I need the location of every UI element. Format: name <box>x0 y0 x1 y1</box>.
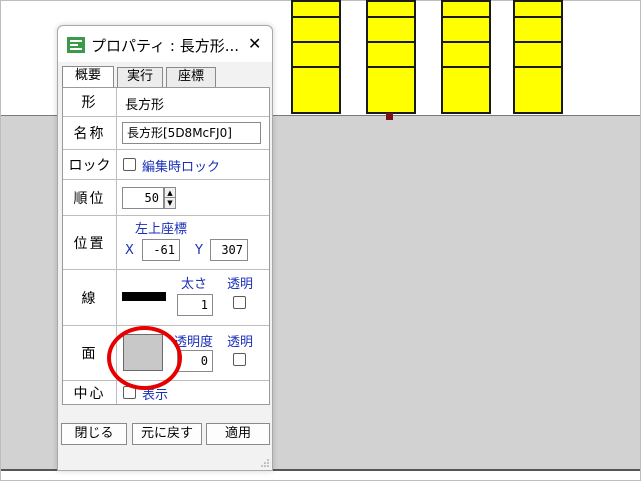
column-divider <box>368 41 414 43</box>
app-icon <box>67 37 85 53</box>
row-name: 名称 長方形[5D8McFJ0] <box>63 116 269 149</box>
spin-down-icon[interactable]: ▼ <box>165 198 175 208</box>
canvas-shape-yellow-column[interactable] <box>366 0 416 114</box>
y-input[interactable]: 307 <box>210 239 248 261</box>
label-center: 中心 <box>63 381 117 404</box>
shape-value: 長方形 <box>125 98 165 113</box>
label-shape: 形 <box>63 88 117 116</box>
row-position: 位置 左上座標 X -61 Y 307 <box>63 215 269 269</box>
column-divider <box>515 66 561 68</box>
label-lock: ロック <box>63 150 117 179</box>
lock-checkbox[interactable] <box>123 158 136 171</box>
revert-button[interactable]: 元に戻す <box>132 423 202 445</box>
label-name: 名称 <box>63 117 117 149</box>
resize-grip-icon[interactable] <box>261 459 269 467</box>
x-input[interactable]: -61 <box>142 239 180 261</box>
selection-handle[interactable] <box>386 113 393 120</box>
canvas-shape-yellow-column[interactable] <box>513 0 563 114</box>
column-divider <box>443 41 489 43</box>
label-line: 線 <box>63 270 117 325</box>
name-input[interactable]: 長方形[5D8McFJ0] <box>122 122 261 144</box>
fill-opacity-input[interactable]: 0 <box>177 350 213 372</box>
column-divider <box>368 66 414 68</box>
panel-title: プロパティ : 長方形... <box>91 37 239 55</box>
order-spinner[interactable]: ▲ ▼ <box>164 187 176 209</box>
column-divider <box>515 41 561 43</box>
row-shape: 形 長方形 <box>63 88 269 116</box>
highlight-circle <box>107 326 182 390</box>
column-divider <box>293 16 339 18</box>
x-label: X <box>125 243 134 258</box>
fill-transparent-checkbox[interactable] <box>233 353 246 366</box>
canvas-shape-yellow-column[interactable] <box>441 0 491 114</box>
label-order: 順位 <box>63 180 117 215</box>
row-line: 線 太さ 1 透明 <box>63 269 269 325</box>
column-divider <box>368 16 414 18</box>
spin-up-icon[interactable]: ▲ <box>165 188 175 198</box>
tab-overview[interactable]: 概要 <box>62 66 114 88</box>
property-panel: プロパティ : 長方形... ✕ 概要 実行 座標 形 長方形 名称 長方形[5… <box>57 25 273 471</box>
label-position: 位置 <box>63 216 117 269</box>
row-lock: ロック 編集時ロック <box>63 149 269 179</box>
line-color-swatch[interactable] <box>122 292 166 301</box>
column-divider <box>293 66 339 68</box>
column-divider <box>443 16 489 18</box>
line-width-input[interactable]: 1 <box>177 294 213 316</box>
close-button[interactable]: 閉じる <box>61 423 127 445</box>
order-input[interactable]: 50 <box>122 187 164 209</box>
column-divider <box>515 16 561 18</box>
line-transparent-checkbox[interactable] <box>233 296 246 309</box>
tab-execute[interactable]: 実行 <box>117 67 163 87</box>
canvas-shape-yellow-column[interactable] <box>291 0 341 114</box>
lock-checkbox-label[interactable]: 編集時ロック <box>142 156 220 175</box>
column-divider <box>443 66 489 68</box>
tab-coordinates[interactable]: 座標 <box>166 67 216 87</box>
line-transparent-label: 透明 <box>227 277 254 292</box>
fill-transparent-label: 透明 <box>227 335 254 350</box>
position-header: 左上座標 <box>135 222 188 237</box>
close-icon[interactable]: ✕ <box>248 34 261 53</box>
apply-button[interactable]: 適用 <box>206 423 270 445</box>
line-width-label: 太さ <box>181 277 208 292</box>
column-divider <box>293 41 339 43</box>
y-label: Y <box>195 243 203 258</box>
row-order: 順位 50 ▲ ▼ <box>63 179 269 215</box>
panel-titlebar[interactable]: プロパティ : 長方形... ✕ <box>58 26 272 62</box>
